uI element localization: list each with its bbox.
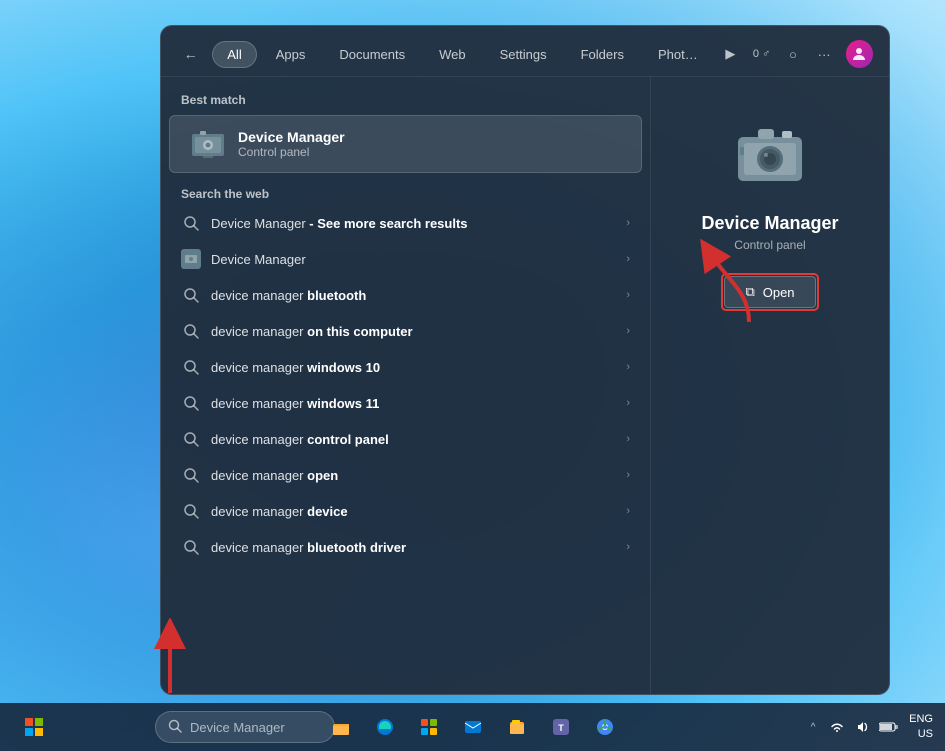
tray-chevron[interactable]: ^ [803, 709, 823, 745]
taskbar-search-icon [168, 719, 182, 736]
tab-web[interactable]: Web [424, 41, 481, 68]
app-icon [181, 249, 201, 269]
chevron-right-icon: › [626, 361, 630, 373]
taskbar-tray: ^ [803, 709, 933, 745]
taskbar-center-icons: T [321, 709, 625, 745]
tray-info[interactable]: ENG US [909, 712, 933, 743]
search-result-icon [181, 213, 201, 233]
open-button[interactable]: ⧉ Open [724, 276, 815, 308]
search-result-icon [181, 537, 201, 557]
result-item[interactable]: device manager bluetooth driver › [165, 529, 646, 565]
result-text: device manager open [211, 468, 616, 483]
result-text: device manager on this computer [211, 324, 616, 339]
tab-folders[interactable]: Folders [566, 41, 639, 68]
taskbar-search-bar[interactable] [155, 711, 335, 743]
result-item[interactable]: device manager on this computer › [165, 313, 646, 349]
search-result-icon [181, 321, 201, 341]
tab-documents[interactable]: Documents [324, 41, 420, 68]
result-text: device manager bluetooth driver [211, 540, 616, 555]
search-result-icon [181, 429, 201, 449]
more-icon[interactable]: ··· [811, 40, 838, 68]
microsoft-store-icon[interactable] [411, 709, 447, 745]
svg-text:T: T [558, 723, 564, 733]
right-app-subtitle: Control panel [734, 238, 805, 252]
tab-photos[interactable]: Phot… [643, 41, 713, 68]
user-avatar[interactable] [846, 40, 873, 68]
result-text: device manager control panel [211, 432, 616, 447]
wifi-icon[interactable] [825, 709, 849, 745]
taskbar-left [16, 709, 52, 745]
result-text: device manager windows 11 [211, 396, 616, 411]
result-item[interactable]: Device Manager - See more search results… [165, 205, 646, 241]
chevron-right-icon: › [626, 433, 630, 445]
system-tray-icons: ^ [803, 709, 901, 745]
chevron-right-icon: › [626, 325, 630, 337]
result-item[interactable]: Device Manager › [165, 241, 646, 277]
chevron-right-icon: › [626, 253, 630, 265]
web-section-label: Search the web [161, 173, 650, 205]
right-app-name: Device Manager [701, 213, 838, 234]
result-item[interactable]: device manager windows 10 › [165, 349, 646, 385]
start-button[interactable] [16, 709, 52, 745]
search-result-icon [181, 501, 201, 521]
open-button-container: ⧉ Open [724, 276, 815, 308]
result-item[interactable]: device manager control panel › [165, 421, 646, 457]
best-match-label: Best match [161, 93, 650, 115]
result-text: device manager device [211, 504, 616, 519]
best-match-app-icon [190, 126, 226, 162]
outlook-icon[interactable] [455, 709, 491, 745]
chevron-right-icon: › [626, 541, 630, 553]
search-icon[interactable]: ○ [779, 40, 806, 68]
best-match-subtitle: Control panel [238, 145, 621, 159]
result-item[interactable]: device manager windows 11 › [165, 385, 646, 421]
search-result-icon [181, 285, 201, 305]
result-text: Device Manager - See more search results [211, 216, 616, 231]
result-item[interactable]: device manager device › [165, 493, 646, 529]
tab-all[interactable]: All [212, 41, 256, 68]
search-popup: ← All Apps Documents Web Settings Folder… [160, 25, 890, 695]
chevron-right-icon: › [626, 289, 630, 301]
taskbar-search-input[interactable] [190, 720, 310, 735]
right-panel: Device Manager Control panel ⧉ Open [651, 77, 889, 694]
open-label: Open [763, 285, 795, 300]
file-explorer-icon[interactable] [323, 709, 359, 745]
result-item[interactable]: device manager open › [165, 457, 646, 493]
back-button[interactable]: ← [177, 40, 204, 68]
taskbar-search-area [155, 711, 335, 743]
play-icon[interactable]: ▶ [717, 40, 744, 68]
result-text: device manager windows 10 [211, 360, 616, 375]
open-icon: ⧉ [745, 284, 754, 300]
chevron-right-icon: › [626, 505, 630, 517]
chevron-right-icon: › [626, 217, 630, 229]
taskbar: T ^ [0, 703, 945, 751]
best-match-item[interactable]: Device Manager Control panel [169, 115, 642, 173]
result-item[interactable]: device manager bluetooth › [165, 277, 646, 313]
edge-browser-icon[interactable] [367, 709, 403, 745]
search-result-icon [181, 393, 201, 413]
nav-tabs-bar: ← All Apps Documents Web Settings Folder… [161, 26, 889, 77]
copilot-count-icon[interactable]: 0 ♂ [748, 40, 775, 68]
right-app-icon [730, 117, 810, 197]
left-panel: Best match Device Manager Control [161, 77, 651, 694]
content-area: Best match Device Manager Control [161, 77, 889, 694]
app-result-icon [181, 249, 201, 269]
chevron-right-icon: › [626, 397, 630, 409]
battery-icon[interactable] [877, 709, 901, 745]
best-match-title: Device Manager [238, 129, 621, 145]
best-match-info: Device Manager Control panel [238, 129, 621, 159]
search-result-icon [181, 357, 201, 377]
result-text: Device Manager [211, 252, 616, 267]
chevron-right-icon: › [626, 469, 630, 481]
chrome-icon[interactable] [587, 709, 623, 745]
files-icon[interactable] [499, 709, 535, 745]
result-text: device manager bluetooth [211, 288, 616, 303]
volume-icon[interactable] [851, 709, 875, 745]
teams-icon[interactable]: T [543, 709, 579, 745]
tab-settings[interactable]: Settings [485, 41, 562, 68]
tray-language: ENG [909, 712, 933, 727]
search-result-icon [181, 465, 201, 485]
tab-apps[interactable]: Apps [261, 41, 321, 68]
tray-locale: US [918, 727, 933, 742]
